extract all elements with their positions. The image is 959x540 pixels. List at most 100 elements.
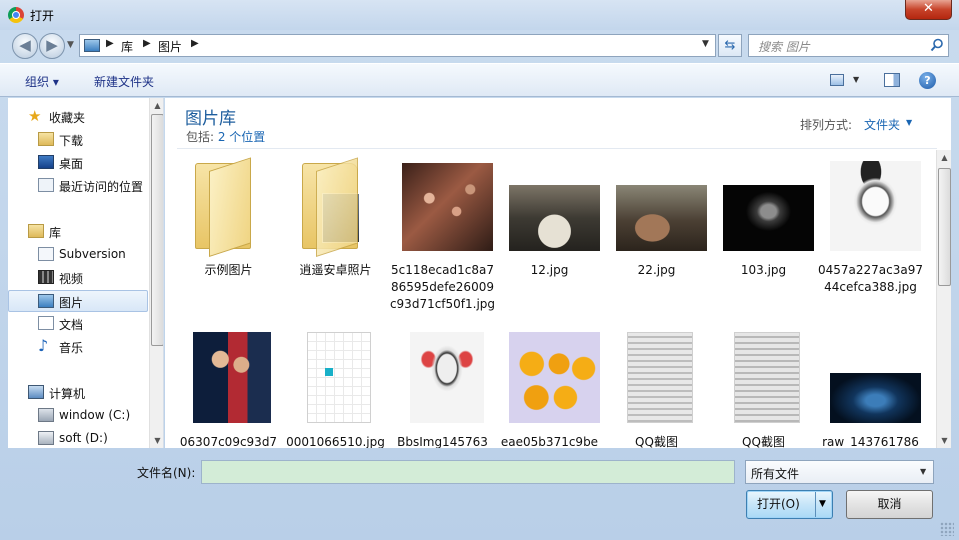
breadcrumb-chevron-icon[interactable]: ▶ xyxy=(143,38,151,49)
breadcrumb-chevron-icon[interactable]: ▶ xyxy=(106,38,114,49)
arrange-by-dropdown[interactable]: 文件夹 xyxy=(864,116,900,133)
scrollbar-thumb[interactable] xyxy=(938,168,951,286)
sidebar-item-label: 最近访问的位置 xyxy=(59,180,144,194)
file-type-value: 所有文件 xyxy=(751,467,800,481)
drive-icon xyxy=(38,431,54,445)
document-library-icon xyxy=(38,247,54,261)
arrange-by-label: 排列方式: xyxy=(800,118,853,132)
calendar-selected-day xyxy=(325,368,333,376)
organize-button[interactable]: 组织 ▾ xyxy=(25,73,59,90)
sidebar-item-label: 收藏夹 xyxy=(49,111,86,125)
divider xyxy=(177,148,937,149)
night-scene-thumbnail xyxy=(830,373,921,423)
open-button-label: 打开(O) xyxy=(757,497,800,511)
scroll-down-icon[interactable]: ▼ xyxy=(937,433,951,448)
library-folder-icon xyxy=(28,224,44,238)
downloads-folder-icon xyxy=(38,132,54,146)
address-dropdown-icon[interactable]: ▼ xyxy=(702,39,709,49)
breadcrumb-chevron-icon[interactable]: ▶ xyxy=(191,38,199,49)
sidebar-item-label: 图片 xyxy=(59,296,84,310)
back-arrow-icon: ◀ xyxy=(19,36,31,54)
sidebar-item-desktop[interactable]: 桌面 xyxy=(8,152,148,174)
refresh-button[interactable]: ⇆ xyxy=(718,34,742,57)
library-title: 图片库 xyxy=(185,109,236,129)
view-dropdown-icon[interactable]: ▼ xyxy=(853,75,859,84)
window-title: 打开 xyxy=(30,9,55,23)
new-folder-button[interactable]: 新建文件夹 xyxy=(94,73,154,90)
open-split-divider xyxy=(815,492,816,517)
recent-locations-dropdown[interactable]: ▼ xyxy=(67,40,74,50)
scrollbar-thumb[interactable] xyxy=(151,114,163,346)
computer-icon xyxy=(28,385,44,399)
navigation-scrollbar[interactable]: ▲ ▼ xyxy=(149,98,163,448)
breadcrumb-pictures[interactable]: 图片 xyxy=(158,38,182,55)
preview-pane-icon[interactable] xyxy=(884,73,900,87)
crowd-photo-thumbnail xyxy=(402,163,493,251)
sidebar-item-drive-c[interactable]: window (C:) xyxy=(8,405,148,427)
filename-label: 文件名(N): xyxy=(137,466,196,480)
sidebar-item-documents[interactable]: 文档 xyxy=(8,313,148,335)
folder-icon xyxy=(302,157,362,257)
sidebar-item-drive-d[interactable]: soft (D:) xyxy=(8,428,148,448)
help-icon[interactable]: ? xyxy=(919,72,936,89)
search-icon[interactable] xyxy=(930,38,944,52)
sidebar-item-label: 文档 xyxy=(59,318,84,332)
sidebar-item-label: Subversion xyxy=(59,247,126,261)
sidebar-item-label: 库 xyxy=(49,226,62,240)
sidebar-item-label: window (C:) xyxy=(59,408,131,422)
title-bar: 打开 ✕ xyxy=(0,0,959,30)
library-includes: 包括: 2 个位置 xyxy=(186,128,265,145)
file-name: 06307c09c93d7 xyxy=(179,435,278,448)
scroll-down-icon[interactable]: ▼ xyxy=(150,433,163,448)
sidebar-item-subversion[interactable]: Subversion xyxy=(8,244,148,266)
sidebar-item-videos[interactable]: 视频 xyxy=(8,267,148,289)
dinner-photo-thumbnail xyxy=(616,185,707,251)
file-name: 22.jpg xyxy=(637,263,676,277)
file-name: 12.jpg xyxy=(530,263,569,277)
arrange-chevron-icon[interactable]: ▼ xyxy=(906,118,912,127)
search-input[interactable]: 搜索 图片 xyxy=(748,34,949,57)
sidebar-item-favorites[interactable]: ★ 收藏夹 xyxy=(8,106,148,128)
close-button[interactable]: ✕ xyxy=(905,0,952,20)
desktop-icon xyxy=(38,155,54,169)
resize-grip[interactable] xyxy=(940,522,954,536)
sidebar-item-pictures[interactable]: 图片 xyxy=(8,290,148,312)
sidebar-item-label: 计算机 xyxy=(49,387,86,401)
forward-button[interactable]: ▶ xyxy=(39,33,65,59)
document-scan-thumbnail xyxy=(734,332,800,423)
breadcrumb-library[interactable]: 库 xyxy=(121,38,133,55)
open-options-dropdown-icon[interactable]: ▼ xyxy=(819,499,826,509)
couple-photo-thumbnail xyxy=(193,332,271,423)
sidebar-item-label: soft (D:) xyxy=(59,431,108,445)
dark-figure-thumbnail xyxy=(723,185,814,251)
navigation-pane: ★ 收藏夹 下载 桌面 最近访问的位置 库 Subversion 视频 图片 文… xyxy=(8,98,164,448)
meeting-photo-thumbnail xyxy=(509,185,600,251)
library-icon xyxy=(84,39,100,52)
scroll-up-icon[interactable]: ▲ xyxy=(150,98,163,113)
file-grid: 示例图片 逍遥安卓照片 5c118ecad1c8a786595defe26009… xyxy=(175,157,935,448)
skull-flames-thumbnail xyxy=(410,332,484,423)
includes-locations-link[interactable]: 2 个位置 xyxy=(218,130,265,144)
sidebar-item-recent-places[interactable]: 最近访问的位置 xyxy=(8,175,156,197)
filename-input[interactable]: ▼ xyxy=(201,460,926,484)
search-placeholder: 搜索 图片 xyxy=(758,40,810,54)
scroll-up-icon[interactable]: ▲ xyxy=(937,150,951,165)
calendar-screenshot-thumbnail xyxy=(307,332,371,423)
file-list-scrollbar[interactable]: ▲ ▼ xyxy=(936,150,951,448)
sidebar-item-computer[interactable]: 计算机 xyxy=(8,382,148,404)
folder-icon xyxy=(195,157,255,257)
back-button[interactable]: ◀ xyxy=(12,33,38,59)
refresh-icon: ⇆ xyxy=(724,38,736,53)
skull-raven-thumbnail xyxy=(830,161,921,251)
file-name: BbsImg145763 xyxy=(397,435,488,448)
address-bar[interactable]: ▶ 库 ▶ 图片 ▶ ▼ xyxy=(79,34,716,57)
file-list-pane: 图片库 包括: 2 个位置 排列方式: 文件夹 ▼ 示例图片 逍遥安卓照片 5c… xyxy=(165,98,951,448)
file-name: 逍遥安卓照片 xyxy=(299,263,372,277)
change-view-icon[interactable] xyxy=(830,74,844,86)
file-type-select[interactable]: 所有文件 ▼ xyxy=(745,460,934,484)
sidebar-item-downloads[interactable]: 下载 xyxy=(8,129,148,151)
cancel-button[interactable]: 取消 xyxy=(846,490,933,519)
file-name: 0457a227ac3a9744cefca388.jpg xyxy=(817,263,923,294)
sidebar-item-libraries[interactable]: 库 xyxy=(8,221,148,243)
sidebar-item-music[interactable]: ♪ 音乐 xyxy=(8,336,148,358)
